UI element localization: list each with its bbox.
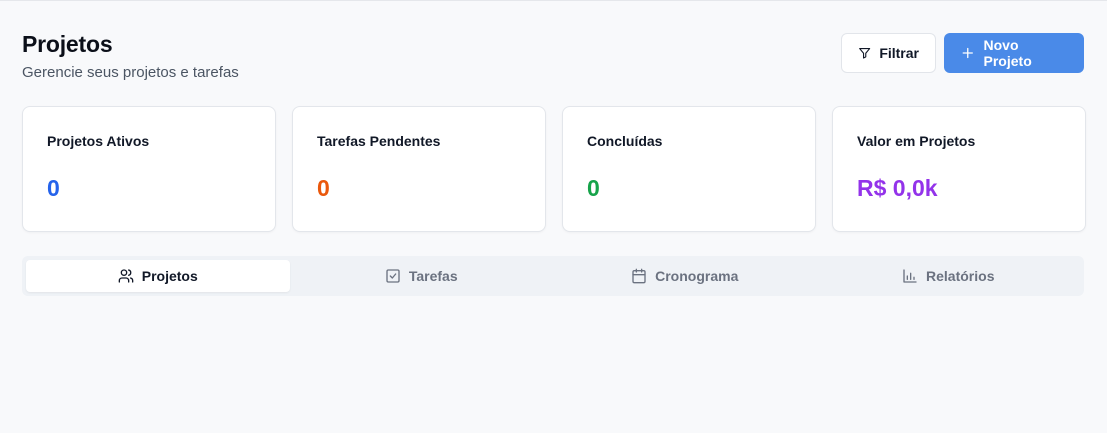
stat-card-active-projects: Projetos Ativos 0 [22,106,276,232]
check-square-icon [386,269,400,283]
filter-button[interactable]: Filtrar [841,33,936,73]
tab-cronograma[interactable]: Cronograma [553,260,817,292]
tab-relatorios[interactable]: Relatórios [817,260,1081,292]
tab-label: Cronograma [655,268,739,284]
stat-card-project-value: Valor em Projetos R$ 0,0k [832,106,1086,232]
tab-label: Projetos [141,268,198,284]
calendar-icon [632,268,646,284]
tab-label: Relatórios [926,268,995,284]
stat-value: R$ 0,0k [857,175,938,201]
filter-icon [859,48,871,59]
new-project-button-label: Novo Projeto [983,37,1032,69]
tab-bar: Projetos Tarefas Cronograma Relatórios [22,256,1084,296]
stats-row: Projetos Ativos 0 Tarefas Pendentes 0 Co… [22,106,1086,232]
stat-value: 0 [587,175,600,201]
new-project-button[interactable]: Novo Projeto [944,33,1084,73]
plus-icon [962,47,973,59]
users-icon [118,269,134,283]
tab-label: Tarefas [408,268,458,284]
tab-tarefas[interactable]: Tarefas [290,260,554,292]
stat-card-pending-tasks: Tarefas Pendentes 0 [292,106,546,232]
bar-chart-icon [903,269,917,283]
stat-value: 0 [47,175,60,201]
tab-projetos[interactable]: Projetos [26,260,290,292]
page-header: Projetos Gerencie seus projetos e tarefa… [22,31,239,81]
stat-value: 0 [317,175,330,201]
page-subtitle: Gerencie seus projetos e tarefas [22,64,239,81]
filter-button-label: Filtrar [879,45,919,61]
stat-label: Concluídas [587,133,663,149]
stat-label: Tarefas Pendentes [317,133,441,149]
stat-label: Valor em Projetos [857,133,976,149]
header-actions: Filtrar Novo Projeto [841,33,1084,73]
stat-label: Projetos Ativos [47,133,150,149]
page-title: Projetos [22,31,113,57]
stat-card-completed: Concluídas 0 [562,106,816,232]
